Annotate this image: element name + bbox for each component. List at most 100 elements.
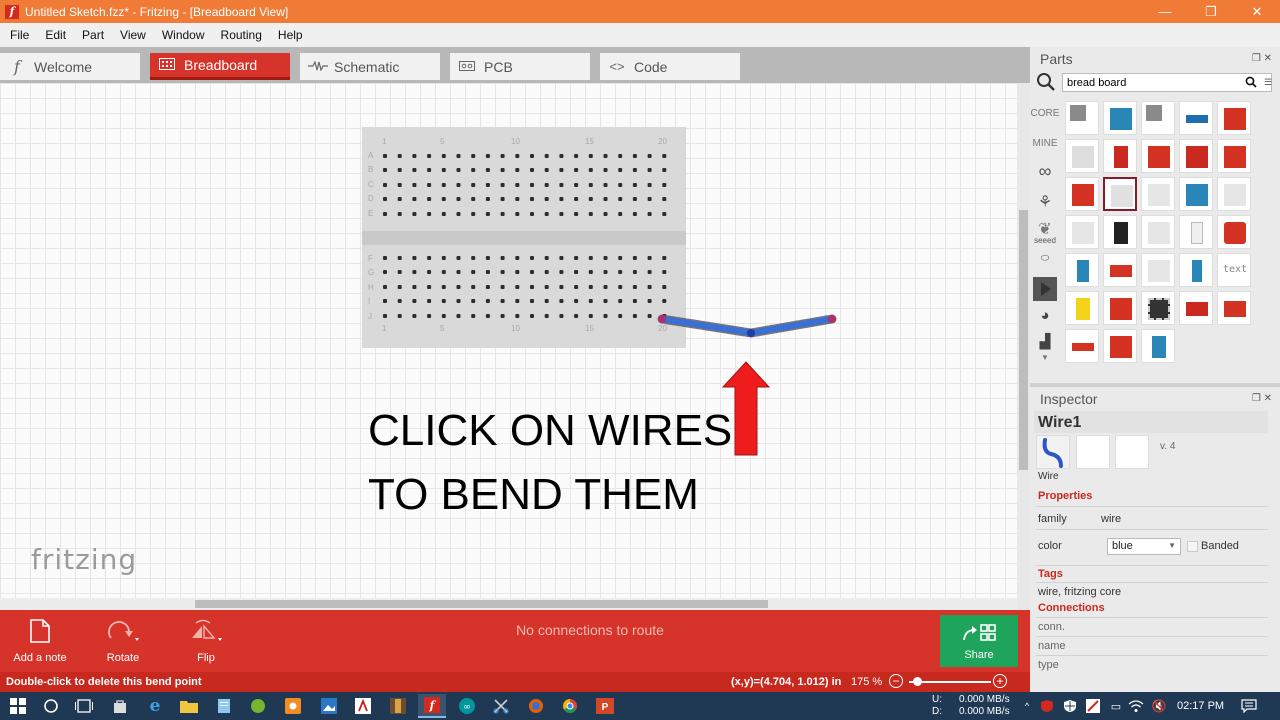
taskbar-clock[interactable]: 02:17 PM (1177, 700, 1224, 712)
bin-tab-seeed[interactable]: seeed (1030, 236, 1060, 245)
add-note-button[interactable]: Add a note (5, 616, 75, 664)
orange-app-icon[interactable] (284, 697, 302, 715)
part-tile[interactable] (1065, 101, 1099, 135)
notification-app-icon[interactable] (1084, 697, 1102, 715)
file-explorer-icon[interactable] (180, 697, 198, 715)
part-tile[interactable] (1065, 291, 1099, 325)
battery-icon[interactable]: ▭ (1107, 697, 1125, 715)
part-tile[interactable] (1103, 329, 1137, 363)
part-tile[interactable] (1065, 215, 1099, 249)
part-tile[interactable] (1217, 139, 1251, 173)
action-center-icon[interactable] (1240, 697, 1258, 715)
volume-muted-icon[interactable]: 🔇 (1150, 697, 1168, 715)
menu-part[interactable]: Part (76, 28, 110, 42)
part-tile[interactable] (1179, 215, 1213, 249)
arduino-ide-icon[interactable]: ∞ (458, 697, 476, 715)
part-tile[interactable] (1141, 101, 1175, 135)
wire-bend-point[interactable] (747, 329, 755, 337)
fritzing-taskbar-icon[interactable]: f (418, 694, 446, 718)
tray-expand-icon[interactable]: ^ (1018, 697, 1036, 715)
zoom-in-button[interactable]: + (993, 674, 1007, 688)
acrobat-icon[interactable] (354, 697, 372, 715)
part-tile[interactable] (1217, 215, 1251, 249)
search-submit-icon[interactable] (1245, 76, 1257, 91)
security-shield-icon[interactable] (1038, 697, 1056, 715)
wire1[interactable] (657, 314, 837, 338)
tab-welcome[interactable]: f Welcome (0, 53, 140, 80)
part-tile[interactable] (1179, 139, 1213, 173)
menu-view[interactable]: View (114, 28, 152, 42)
factory-icon[interactable]: ▟ (1030, 333, 1060, 350)
firefox-icon[interactable] (527, 697, 545, 715)
part-tile[interactable] (1179, 101, 1213, 135)
restore-button[interactable]: ❐ (1188, 0, 1234, 23)
android-app-icon[interactable] (249, 697, 267, 715)
part-tile[interactable] (1103, 101, 1137, 135)
panel-separator[interactable] (1030, 383, 1280, 387)
color-select[interactable]: blue ▼ (1107, 538, 1181, 555)
part-tile[interactable] (1065, 329, 1099, 363)
intel-icon[interactable]: ⬭ (1030, 253, 1060, 264)
share-button[interactable]: Share (940, 615, 1018, 667)
parts-menu-icon[interactable]: ☰ (1264, 77, 1272, 88)
search-icon[interactable] (1036, 72, 1056, 95)
chrome-icon[interactable] (561, 697, 579, 715)
cortana-search-icon[interactable] (42, 697, 60, 715)
part-tile[interactable] (1065, 253, 1099, 287)
flip-button[interactable]: Flip (171, 616, 241, 664)
part-tile[interactable] (1103, 253, 1137, 287)
arduino-infinity-icon[interactable]: ∞ (1030, 161, 1060, 182)
part-tile[interactable] (1141, 291, 1175, 325)
photos-app-icon[interactable] (320, 697, 338, 715)
bin-tab-core[interactable]: CORE (1030, 108, 1060, 119)
part-tile[interactable] (1065, 177, 1099, 211)
menu-routing[interactable]: Routing (215, 28, 268, 42)
windows-start-icon[interactable] (9, 697, 27, 715)
round-bin-icon[interactable]: ◕ (1030, 307, 1060, 324)
part-tile[interactable] (1065, 139, 1099, 173)
notepad-icon[interactable] (215, 697, 233, 715)
film-app-icon[interactable] (389, 697, 407, 715)
wire-endpoint[interactable] (828, 315, 836, 323)
menu-file[interactable]: File (4, 28, 35, 42)
part-tile[interactable] (1217, 101, 1251, 135)
tab-pcb[interactable]: PCB (450, 53, 590, 80)
part-tile[interactable] (1141, 215, 1175, 249)
part-tile[interactable] (1141, 329, 1175, 363)
vertical-scrollbar[interactable] (1017, 83, 1030, 610)
part-tile[interactable] (1103, 139, 1137, 173)
part-tile[interactable] (1179, 253, 1213, 287)
parts-search-input[interactable] (1062, 73, 1272, 92)
close-button[interactable]: ✕ (1234, 0, 1280, 23)
powerpoint-icon[interactable]: P (596, 697, 614, 715)
snowboard-icon[interactable]: ⚘ (1030, 192, 1060, 212)
play-icon[interactable] (1030, 277, 1060, 304)
store-icon[interactable] (111, 697, 129, 715)
bin-tab-mine[interactable]: MINE (1030, 138, 1060, 149)
part-tile[interactable] (1141, 253, 1175, 287)
tab-schematic[interactable]: Schematic (300, 53, 440, 80)
scrollbar-thumb[interactable] (1019, 210, 1028, 470)
zoom-slider-handle[interactable] (913, 677, 922, 686)
part-tile[interactable] (1103, 291, 1137, 325)
part-tile-breadboard-selected[interactable] (1103, 177, 1137, 211)
part-tile[interactable] (1141, 139, 1175, 173)
edge-browser-icon[interactable]: e (146, 696, 164, 716)
horizontal-scrollbar[interactable] (0, 598, 1017, 610)
zoom-out-button[interactable]: − (889, 674, 903, 688)
defender-shield-icon[interactable] (1061, 697, 1079, 715)
tab-breadboard[interactable]: Breadboard (150, 53, 290, 80)
rotate-button[interactable]: Rotate (88, 616, 158, 664)
part-tile[interactable] (1141, 177, 1175, 211)
wire-endpoint[interactable] (658, 315, 666, 323)
snipping-tool-icon[interactable] (492, 697, 510, 715)
part-tile-text[interactable]: text (1217, 253, 1251, 287)
tab-code[interactable]: <> Code (600, 53, 740, 80)
part-tile[interactable] (1103, 215, 1137, 249)
part-tile[interactable] (1217, 177, 1251, 211)
breadboard-canvas[interactable]: 1 5 10 15 20 1 5 10 15 20 A B C D E F G … (0, 83, 1030, 610)
wifi-icon[interactable] (1127, 697, 1145, 715)
menu-window[interactable]: Window (156, 28, 211, 42)
banded-checkbox[interactable] (1187, 541, 1198, 552)
inspector-panel-controls[interactable]: ❐ ✕ (1252, 393, 1272, 404)
